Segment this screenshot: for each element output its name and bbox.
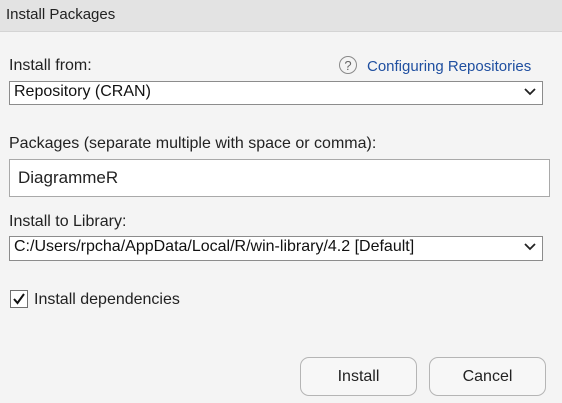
title-bar: Install Packages <box>0 0 562 32</box>
question-circle-icon[interactable]: ? <box>339 56 357 74</box>
library-value: C:/Users/rpcha/AppData/Local/R/win-libra… <box>14 238 415 255</box>
install-dependencies-label[interactable]: Install dependencies <box>34 291 180 309</box>
install-button[interactable]: Install <box>300 357 417 396</box>
packages-label: Packages (separate multiple with space o… <box>9 135 377 152</box>
window-title: Install Packages <box>6 6 116 23</box>
packages-input[interactable] <box>9 159 550 197</box>
chevron-down-icon <box>524 88 536 96</box>
install-from-label: Install from: <box>9 57 92 74</box>
chevron-down-icon <box>524 243 536 251</box>
checkmark-icon <box>13 293 25 305</box>
install-to-library-label: Install to Library: <box>9 213 127 230</box>
install-from-select[interactable]: Repository (CRAN) <box>9 81 543 105</box>
install-dependencies-checkbox[interactable] <box>10 290 28 308</box>
install-from-value: Repository (CRAN) <box>14 83 151 100</box>
configuring-repositories-link[interactable]: Configuring Repositories <box>367 58 531 75</box>
cancel-button[interactable]: Cancel <box>429 357 546 396</box>
library-select[interactable]: C:/Users/rpcha/AppData/Local/R/win-libra… <box>9 236 543 261</box>
